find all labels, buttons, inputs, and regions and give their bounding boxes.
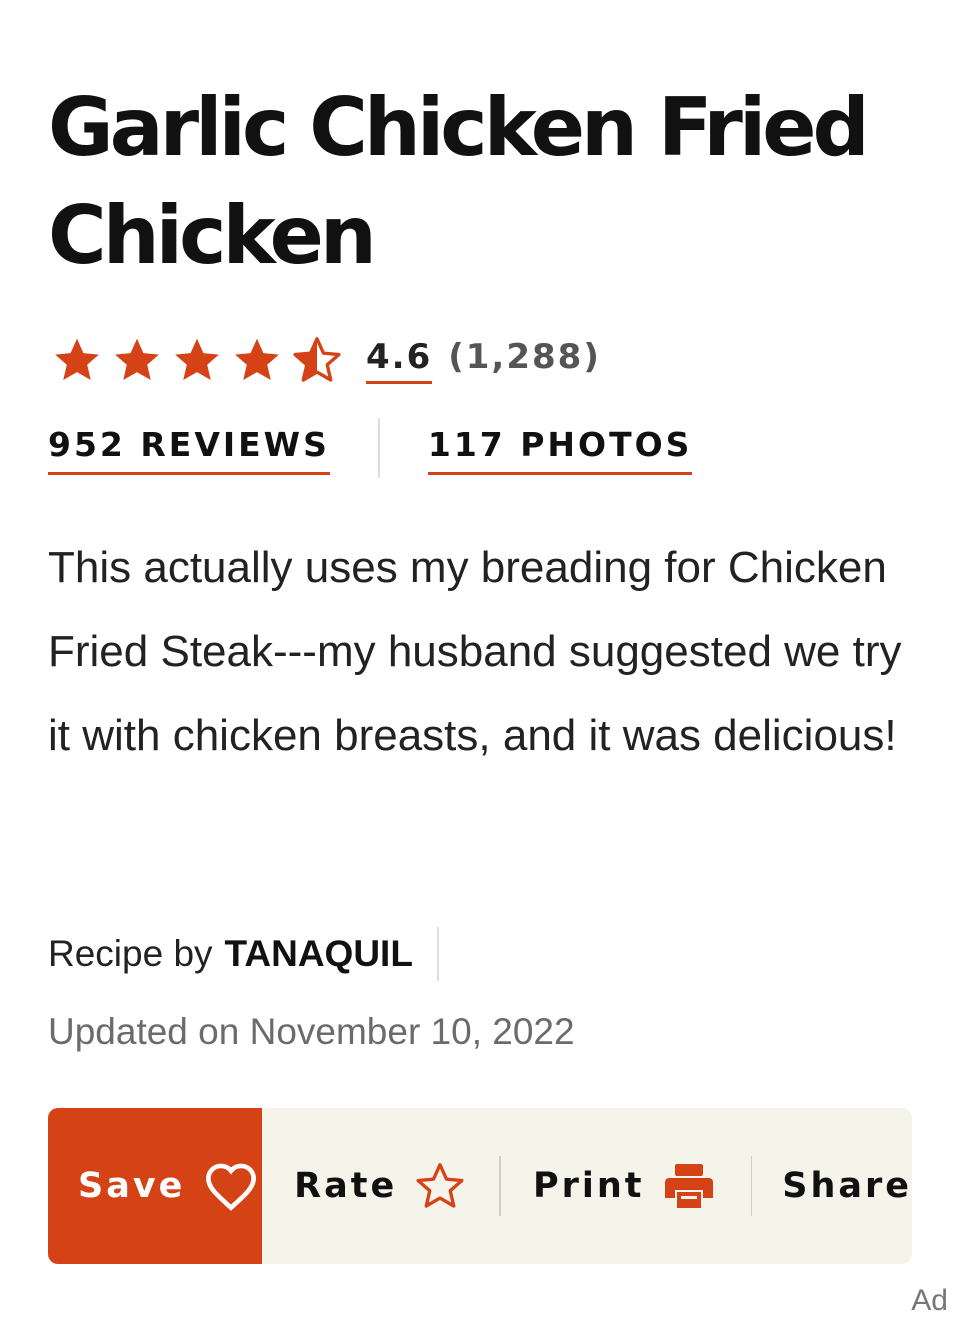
action-bar: Save Rate Print Share xyxy=(48,1108,912,1264)
divider xyxy=(436,927,439,981)
byline: Recipe by TANAQUIL xyxy=(48,924,439,984)
reviews-link[interactable]: 952 REVIEWS xyxy=(48,418,330,475)
print-button[interactable]: Print xyxy=(501,1108,715,1264)
photos-link[interactable]: 117 PHOTOS xyxy=(427,418,693,475)
save-label: Save xyxy=(78,1166,186,1206)
recipe-description: This actually uses my breading for Chick… xyxy=(48,543,902,760)
updated-date: Updated on November 10, 2022 xyxy=(48,1011,575,1052)
rate-button[interactable]: Rate xyxy=(262,1108,465,1264)
star-outline-icon xyxy=(416,1163,464,1208)
rate-label: Rate xyxy=(294,1166,398,1206)
share-label: Share xyxy=(782,1166,912,1206)
print-label: Print xyxy=(532,1166,645,1206)
rating-value[interactable]: 4.6 xyxy=(366,337,433,384)
rating-row: 4.6 (1,288) xyxy=(52,334,601,386)
printer-icon xyxy=(664,1164,713,1208)
heart-icon xyxy=(206,1163,257,1211)
star-icon xyxy=(175,338,219,380)
author-link[interactable]: TANAQUIL xyxy=(225,933,413,975)
star-icon xyxy=(235,338,279,380)
recipe-title: Garlic Chicken Fried Chicken xyxy=(48,81,870,282)
save-button[interactable]: Save xyxy=(48,1108,263,1264)
byline-label: Recipe by xyxy=(48,933,213,974)
half-star-icon xyxy=(293,337,341,382)
star-icon xyxy=(115,338,159,380)
rating-count: (1,288) xyxy=(448,336,601,377)
star-rating[interactable] xyxy=(52,335,342,385)
divider xyxy=(377,418,380,478)
review-photo-links: 952 REVIEWS 117 PHOTOS xyxy=(48,418,693,480)
share-button[interactable]: Share xyxy=(752,1108,912,1264)
ad-label: Ad xyxy=(911,1284,948,1317)
star-icon xyxy=(55,338,99,380)
